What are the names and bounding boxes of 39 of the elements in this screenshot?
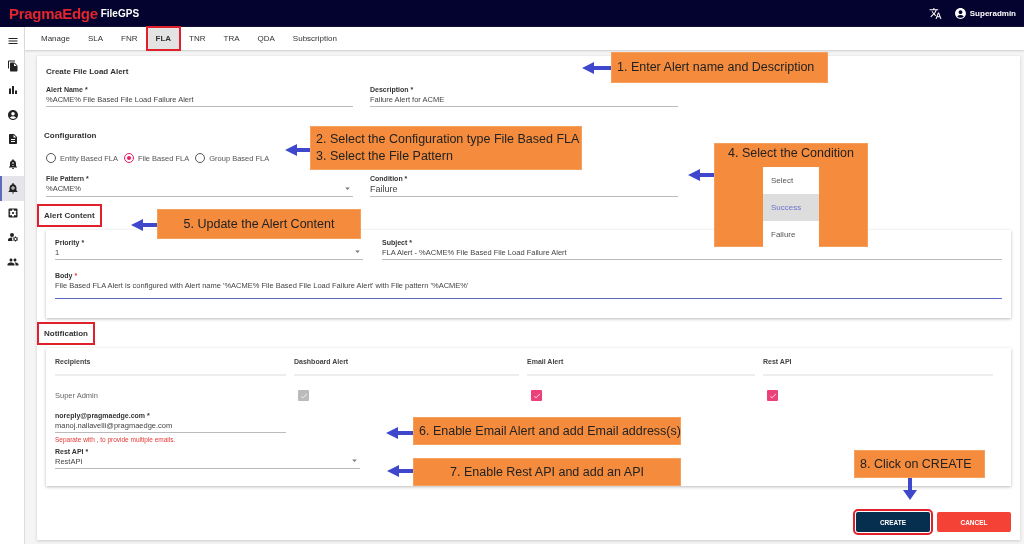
brand-logo: PragmaEdge <box>9 5 98 22</box>
pointer-arrow <box>386 427 413 439</box>
tab[interactable]: Manage <box>33 28 78 49</box>
user-icon[interactable] <box>953 7 967 20</box>
translate-icon[interactable] <box>928 7 942 20</box>
callout-text: 3. Select the File Pattern <box>316 148 453 165</box>
tab[interactable]: QDA <box>249 28 283 49</box>
bell-icon[interactable] <box>0 176 24 201</box>
callout-text: 7. Enable Rest API and add an API <box>450 463 644 481</box>
section-heading: Alert Content <box>37 204 102 227</box>
callout-text: 6. Enable Email Alert and add Email address(s) <box>419 422 681 440</box>
callout-text: 8. Click on CREATE <box>860 455 972 473</box>
callout-text: 2. Select the Configuration type File Based FLA <box>316 131 580 148</box>
callout-text: 5. Update the Alert Content <box>183 215 335 233</box>
tab[interactable]: TNR <box>181 28 214 49</box>
section-heading: Notification <box>37 322 95 345</box>
tab[interactable]: TRA <box>215 28 248 49</box>
field-value: Failure <box>370 184 398 194</box>
checkbox[interactable] <box>767 390 778 401</box>
pointer-arrow <box>688 169 714 181</box>
user-name[interactable]: Superadmin <box>969 9 1016 18</box>
form-title: Create File Load Alert <box>46 67 129 76</box>
checkbox[interactable] <box>531 390 542 401</box>
product-name: FileGPS <box>100 8 140 19</box>
callout-text: 1. Enter Alert name and Description <box>617 59 815 76</box>
tab[interactable]: FNR <box>113 28 146 49</box>
checkmark-icon <box>768 391 777 400</box>
pointer-arrow <box>903 478 917 500</box>
tab[interactable]: Subscription <box>284 28 345 49</box>
callout-text: 4. Select the Condition <box>728 145 854 162</box>
section-heading: Configuration <box>43 130 98 142</box>
pointer-arrow <box>582 62 611 74</box>
checkmark-icon <box>299 391 308 400</box>
tab[interactable]: FLA <box>147 28 180 49</box>
tab[interactable]: SLA <box>79 28 112 49</box>
pointer-arrow <box>285 144 310 156</box>
checkmark-icon <box>532 391 541 400</box>
pointer-arrow <box>131 219 157 231</box>
pointer-arrow <box>387 465 413 477</box>
